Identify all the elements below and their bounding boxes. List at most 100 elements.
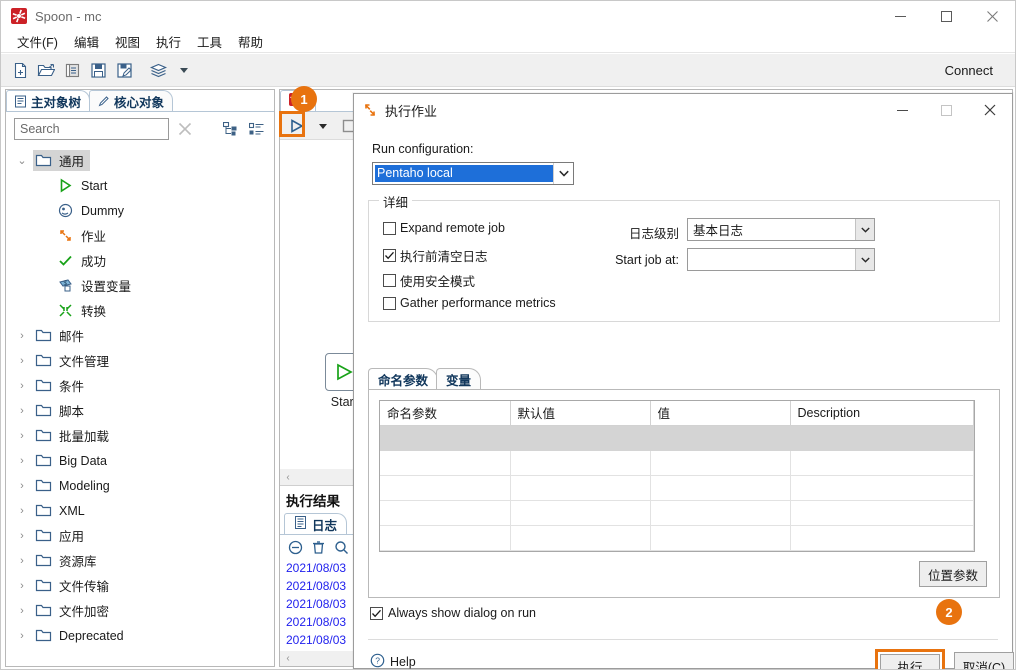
chevron-right-icon[interactable]: › [11,355,33,367]
parameters-table[interactable]: 命名参数 默认值 值 Description [379,400,975,552]
help-button[interactable]: ? Help [370,653,416,669]
table-cell[interactable] [510,475,651,501]
table-cell[interactable] [790,525,974,551]
open-folder-icon[interactable] [33,57,59,83]
table-cell[interactable] [380,475,511,501]
tree-node-utility[interactable]: › 应用 [11,523,269,548]
cancel-button[interactable]: 取消(C) [954,652,1014,669]
checkbox-gather-performance-metrics[interactable]: Gather performance metrics [383,296,556,310]
tree-node-job[interactable]: 作业 [11,223,269,248]
chevron-right-icon[interactable]: › [11,405,33,417]
chevron-right-icon[interactable]: › [11,330,33,342]
log-level-combo[interactable]: 基本日志 [687,218,875,241]
checkbox-always-show-dialog[interactable]: Always show dialog on run [370,606,536,620]
trash-icon[interactable] [309,538,327,556]
save-as-icon[interactable] [111,57,137,83]
chevron-right-icon[interactable]: › [11,505,33,517]
connect-button[interactable]: Connect [945,63,993,78]
table-cell[interactable] [650,425,791,451]
tree-node-mail[interactable]: › 邮件 [11,323,269,348]
chevron-right-icon[interactable]: › [11,380,33,392]
checkbox-box[interactable] [383,296,396,310]
tree-node-transformation[interactable]: 转换 [11,298,269,323]
search-input[interactable] [14,118,169,140]
tree-node-success[interactable]: 成功 [11,248,269,273]
chevron-right-icon[interactable]: › [11,430,33,442]
chevron-down-icon[interactable]: ⌄ [11,154,33,167]
collapse-all-icon[interactable] [247,120,266,138]
table-cell[interactable] [790,500,974,526]
menu-help[interactable]: 帮助 [230,30,271,53]
start-job-at-combo[interactable] [687,248,875,271]
object-tree[interactable]: ⌄ 通用 Start Dummy 作业 成功 $ 设置变量 转换 › 邮件 › … [11,148,269,660]
table-row[interactable] [380,500,974,526]
tab-variables[interactable]: 变量 [436,368,482,389]
chevron-down-icon[interactable] [553,163,573,184]
dialog-minimize-icon[interactable] [880,95,924,126]
checkbox-box[interactable] [383,221,396,235]
tree-node-deprecated[interactable]: › Deprecated [11,623,269,648]
tree-node-start[interactable]: Start [11,173,269,198]
minimize-icon[interactable] [877,1,923,31]
table-cell[interactable] [790,475,974,501]
chevron-right-icon[interactable]: › [11,530,33,542]
chevron-right-icon[interactable]: › [11,630,33,642]
table-row[interactable] [380,475,974,501]
checkbox-box[interactable] [370,606,383,620]
tree-node-tongyong[interactable]: ⌄ 通用 [11,148,269,173]
expand-all-icon[interactable] [221,120,240,138]
new-file-icon[interactable] [7,57,33,83]
table-cell[interactable] [380,425,511,451]
table-cell[interactable] [650,475,791,501]
tab-main-object-tree[interactable]: 主对象树 [6,90,91,111]
clear-x-icon[interactable] [177,120,194,138]
menu-edit[interactable]: 编辑 [66,30,107,53]
chevron-right-icon[interactable]: › [11,605,33,617]
tree-node-file-encryption[interactable]: › 文件加密 [11,598,269,623]
tree-node-big-data[interactable]: › Big Data [11,448,269,473]
tree-node-xml[interactable]: › XML [11,498,269,523]
checkbox-box[interactable] [383,249,396,262]
table-row[interactable] [380,450,974,476]
chevron-down-icon[interactable] [171,57,197,83]
table-cell[interactable] [380,500,511,526]
close-icon[interactable] [969,1,1015,31]
tree-node-repository[interactable]: › 资源库 [11,548,269,573]
chevron-right-icon[interactable]: › [11,580,33,592]
chevron-down-icon[interactable] [855,249,874,270]
checkbox-box[interactable] [383,274,396,287]
table-cell[interactable] [510,525,651,551]
table-cell[interactable] [650,500,791,526]
menu-run[interactable]: 执行 [148,30,189,53]
table-cell[interactable] [380,450,511,476]
execute-button[interactable]: 执行 [880,654,940,669]
menu-tools[interactable]: 工具 [189,30,230,53]
scroll-left-icon[interactable]: ‹ [280,472,296,483]
table-row[interactable] [380,525,974,551]
table-cell[interactable] [380,525,511,551]
explore-repository-icon[interactable] [59,57,85,83]
minus-circle-icon[interactable] [286,538,304,556]
tab-core-objects[interactable]: 核心对象 [89,90,174,111]
checkbox-clear-log-before-run[interactable]: 执行前清空日志 [383,246,488,265]
table-cell[interactable] [510,500,651,526]
table-cell[interactable] [510,450,651,476]
menu-file[interactable]: 文件(F) [9,30,66,53]
tree-node-bulk-loading[interactable]: › 批量加载 [11,423,269,448]
chevron-right-icon[interactable]: › [11,555,33,567]
checkbox-safe-mode[interactable]: 使用安全模式 [383,271,475,290]
tab-named-parameters[interactable]: 命名参数 [368,368,439,389]
tree-node-modeling[interactable]: › Modeling [11,473,269,498]
table-cell[interactable] [510,425,651,451]
tree-node-scripting[interactable]: › 脚本 [11,398,269,423]
tree-node-file-transfer[interactable]: › 文件传输 [11,573,269,598]
tab-log[interactable]: 日志 [284,513,348,534]
tree-node-dummy[interactable]: Dummy [11,198,269,223]
dialog-close-icon[interactable] [968,95,1012,126]
table-cell[interactable] [650,525,791,551]
table-cell[interactable] [650,450,791,476]
table-cell[interactable] [790,425,974,451]
table-cell[interactable] [790,450,974,476]
chevron-right-icon[interactable]: › [11,480,33,492]
run-button-icon[interactable] [285,115,309,137]
